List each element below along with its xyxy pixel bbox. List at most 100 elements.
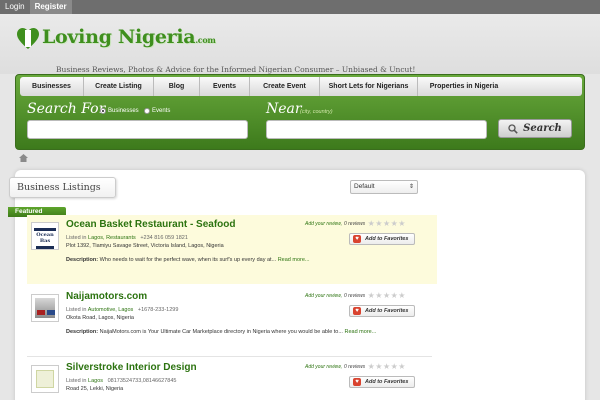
heart-icon: ♥ [353, 378, 361, 386]
listing-category-link[interactable]: Lagos, Restaurants [88, 235, 136, 241]
near-label: Near [266, 101, 302, 117]
add-to-favorites-button[interactable]: ♥ Add to Favorites [349, 233, 415, 245]
rating-stars[interactable]: ★ ★ ★ ★ ★ [367, 363, 406, 371]
listing-name[interactable]: Ocean Basket Restaurant - Seafood [66, 219, 236, 230]
listing-address: Road 25, Lekki, Nigeria [66, 386, 124, 392]
login-link[interactable]: Login [0, 0, 30, 14]
review-bar: Add your review, 0 reviews ★ ★ ★ ★ ★ [305, 292, 405, 300]
description-text: Who needs to wait for the perfect wave, … [99, 257, 277, 263]
listed-in-label: Listed in [66, 307, 87, 313]
heart-icon: ♥ [353, 235, 361, 243]
radio-businesses-label: Businesses [108, 108, 139, 114]
select-arrows-icon: ⇕ [408, 184, 414, 190]
listing-category-link[interactable]: Automotive, Lagos [88, 307, 134, 313]
listing-address: Okota Road, Lagos, Nigeria [66, 315, 134, 321]
panel-title: Business Listings [9, 177, 116, 198]
star-icon[interactable]: ★ [398, 220, 405, 228]
rating-stars[interactable]: ★ ★ ★ ★ ★ [367, 292, 406, 300]
star-icon[interactable]: ★ [375, 220, 382, 228]
listings-panel: Business Listings Default ⇕ Featured Oce… [8, 170, 585, 400]
star-icon[interactable]: ★ [383, 292, 390, 300]
nav-item-create-event[interactable]: Create Event [250, 77, 320, 96]
listing-description: Description: NaijaMotors.com is Your Ult… [66, 329, 376, 335]
nav-item-short-lets[interactable]: Short Lets for Nigerians [320, 77, 418, 96]
nav-item-blog[interactable]: Blog [154, 77, 200, 96]
description-label: Description: [66, 257, 99, 263]
listing-phone: +234 816 059 1821 [140, 235, 188, 241]
read-more-link[interactable]: Read more... [345, 329, 377, 335]
star-icon[interactable]: ★ [375, 363, 382, 371]
review-bar: Add your review, 0 reviews ★ ★ ★ ★ ★ [305, 220, 405, 228]
review-count: 0 reviews [343, 293, 366, 299]
listing-item: Silverstroke Interior Design Listed in L… [27, 358, 437, 400]
listing-thumbnail[interactable] [31, 365, 59, 393]
star-icon[interactable]: ★ [375, 292, 382, 300]
nav-item-create-listing[interactable]: Create Listing [84, 77, 154, 96]
add-to-favorites-button[interactable]: ♥ Add to Favorites [349, 305, 415, 317]
search-for-input[interactable] [27, 120, 248, 139]
star-icon[interactable]: ★ [398, 363, 405, 371]
listing-meta: Listed in Lagos 08173524733,08146627845 [66, 378, 176, 384]
star-icon[interactable]: ★ [383, 363, 390, 371]
listing-description: Description: Who needs to wait for the p… [66, 257, 309, 263]
star-icon[interactable]: ★ [368, 292, 375, 300]
listing-phone: 08173524733,08146627845 [107, 378, 177, 384]
site-logo[interactable]: Loving Nigeria.com [42, 26, 216, 48]
home-icon[interactable] [19, 154, 28, 162]
listing-name[interactable]: Naijamotors.com [66, 291, 147, 302]
add-review-link[interactable]: Add your review, [305, 293, 342, 299]
logo-name: Loving Nigeria [42, 26, 196, 48]
listing-divider [27, 356, 432, 357]
star-icon[interactable]: ★ [391, 292, 398, 300]
star-icon[interactable]: ★ [391, 363, 398, 371]
star-icon[interactable]: ★ [391, 220, 398, 228]
listing-item: Naijamotors.com Listed in Automotive, La… [27, 287, 437, 356]
nav-item-events[interactable]: Events [200, 77, 250, 96]
heart-logo-icon[interactable] [16, 27, 40, 51]
site-header: Loving Nigeria.com Business Reviews, Pho… [0, 14, 600, 74]
radio-events-button[interactable] [144, 108, 150, 114]
near-hint: (city, country) [300, 109, 333, 115]
search-button-label: Search [523, 123, 562, 134]
search-for-label: Search For [27, 101, 106, 117]
nav-search-panel: Businesses Create Listing Blog Events Cr… [15, 74, 585, 150]
main-nav: Businesses Create Listing Blog Events Cr… [20, 77, 582, 96]
radio-businesses-button[interactable] [100, 108, 106, 114]
listed-in-label: Listed in [66, 378, 87, 384]
rating-stars[interactable]: ★ ★ ★ ★ ★ [367, 220, 406, 228]
radio-events-label: Events [152, 108, 171, 114]
star-icon[interactable]: ★ [368, 363, 375, 371]
radio-events[interactable]: Events [144, 108, 170, 114]
description-text: NaijaMotors.com is Your Ultimate Car Mar… [99, 329, 343, 335]
star-icon[interactable]: ★ [383, 220, 390, 228]
radio-businesses[interactable]: Businesses [100, 108, 139, 114]
review-count: 0 reviews [343, 221, 366, 227]
nav-item-businesses[interactable]: Businesses [20, 77, 84, 96]
read-more-link[interactable]: Read more... [278, 257, 310, 263]
register-link[interactable]: Register [29, 0, 72, 14]
listing-category-link[interactable]: Lagos [88, 378, 103, 384]
listing-item: Ocean Bas Ocean Basket Restaurant - Seaf… [27, 215, 437, 284]
review-bar: Add your review, 0 reviews ★ ★ ★ ★ ★ [305, 363, 405, 371]
listing-name[interactable]: Silverstroke Interior Design [66, 362, 197, 373]
add-to-favorites-button[interactable]: ♥ Add to Favorites [349, 376, 415, 388]
favorites-label: Add to Favorites [365, 308, 409, 314]
nav-item-properties[interactable]: Properties in Nigeria [418, 77, 510, 96]
star-icon[interactable]: ★ [398, 292, 405, 300]
top-bar: Login Register [0, 0, 600, 14]
search-icon [508, 123, 518, 134]
description-label: Description: [66, 329, 99, 335]
near-input[interactable] [266, 120, 487, 139]
favorites-label: Add to Favorites [365, 379, 409, 385]
listing-meta: Listed in Automotive, Lagos +1678-233-12… [66, 307, 178, 313]
add-review-link[interactable]: Add your review, [305, 221, 342, 227]
listing-thumbnail[interactable] [31, 294, 59, 322]
search-button[interactable]: Search [498, 119, 572, 138]
sort-select-value: Default [354, 183, 375, 190]
sort-select[interactable]: Default ⇕ [350, 180, 418, 194]
listing-thumbnail[interactable]: Ocean Bas [31, 222, 59, 250]
star-icon[interactable]: ★ [368, 220, 375, 228]
add-review-link[interactable]: Add your review, [305, 364, 342, 370]
heart-icon: ♥ [353, 307, 361, 315]
listed-in-label: Listed in [66, 235, 87, 241]
